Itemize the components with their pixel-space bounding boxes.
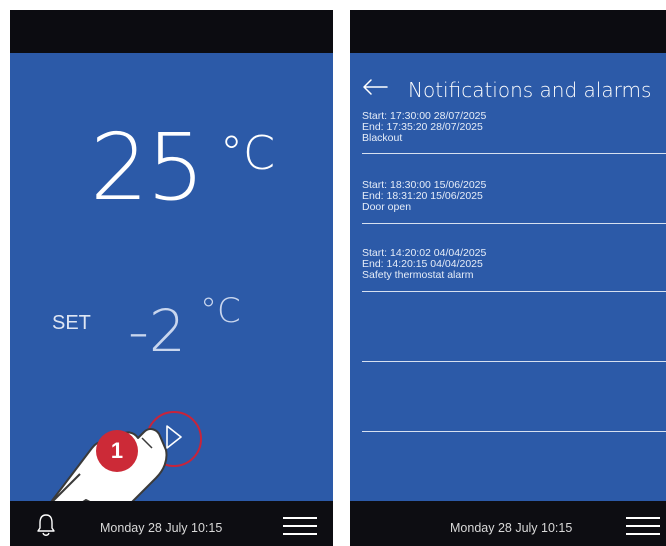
- back-arrow-icon[interactable]: [362, 78, 388, 96]
- menu-line: [283, 517, 317, 519]
- divider: [362, 223, 666, 224]
- setpoint-label: SET: [52, 312, 91, 334]
- top-bar: [350, 10, 666, 53]
- date-time-display: Monday 28 July 10:15: [450, 521, 573, 535]
- date-time-display: Monday 28 July 10:15: [100, 521, 223, 535]
- menu-line: [283, 533, 317, 535]
- bell-icon[interactable]: [36, 513, 56, 537]
- notification-type: Blackout: [362, 132, 403, 144]
- current-temperature-unit: °C: [220, 126, 276, 180]
- current-temperature: 25: [90, 114, 205, 221]
- main-screen: 25 °C SET -2 °C 1 Monday 28 July 10:15: [10, 10, 333, 546]
- setpoint-unit: °C: [200, 291, 241, 331]
- divider: [362, 153, 666, 154]
- divider: [362, 291, 666, 292]
- menu-line: [626, 517, 660, 519]
- menu-line: [283, 525, 317, 527]
- menu-line: [626, 533, 660, 535]
- hamburger-menu-icon[interactable]: [626, 517, 660, 535]
- divider: [362, 431, 666, 432]
- top-bar: [10, 10, 333, 53]
- notifications-screen: Notifications and alarms Start: 17:30:00…: [350, 10, 666, 546]
- notification-item[interactable]: Start: 17:30:00 28/07/2025 End: 17:35:20…: [362, 111, 486, 144]
- page-title: Notifications and alarms: [408, 78, 652, 102]
- divider: [362, 361, 666, 362]
- menu-line: [626, 525, 660, 527]
- notification-item[interactable]: Start: 14:20:02 04/04/2025 End: 14:20:15…: [362, 248, 486, 281]
- notification-type: Door open: [362, 201, 412, 213]
- notification-type: Safety thermostat alarm: [362, 269, 474, 281]
- hamburger-menu-icon[interactable]: [283, 517, 317, 535]
- setpoint-value[interactable]: -2: [128, 302, 186, 360]
- notification-item[interactable]: Start: 18:30:00 15/06/2025 End: 18:31:20…: [362, 180, 486, 213]
- step-callout-badge: 1: [96, 430, 138, 472]
